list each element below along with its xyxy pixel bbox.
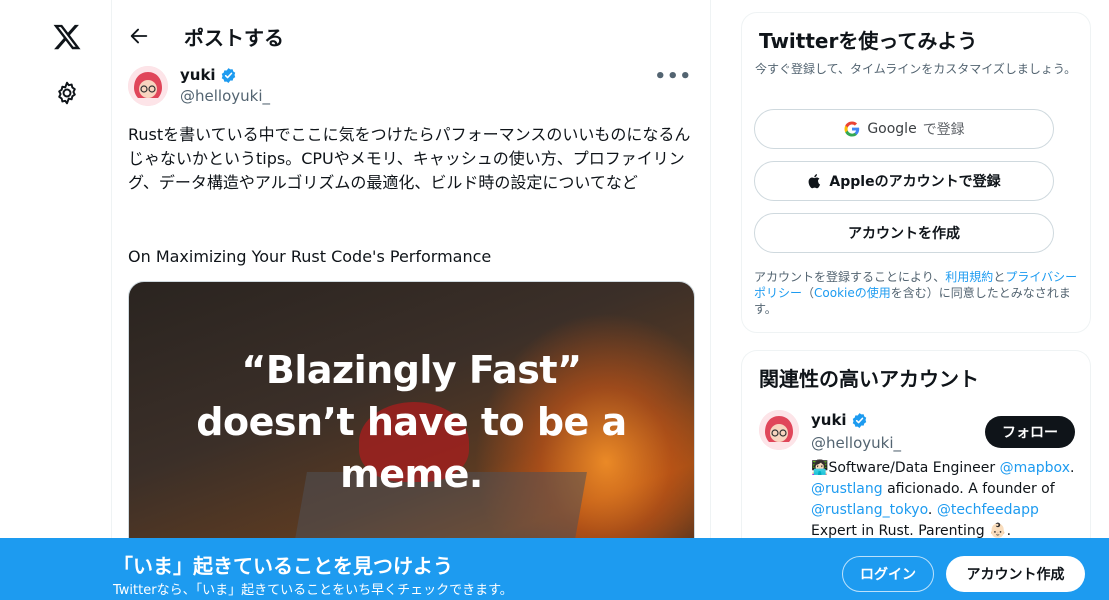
related-account-avatar[interactable] bbox=[759, 410, 799, 450]
gear-icon[interactable] bbox=[54, 80, 80, 106]
bio-mention-rustlang-tokyo[interactable]: @rustlang_tokyo bbox=[811, 502, 928, 518]
terms-prefix: アカウントを登録することにより、 bbox=[754, 270, 946, 284]
media-headline: “Blazingly Fast” doesn’t have to be a me… bbox=[129, 344, 694, 500]
media-headline-line2: doesn’t have to be a bbox=[196, 400, 627, 444]
google-signup-button[interactable]: Google で登録 bbox=[754, 109, 1054, 149]
left-nav bbox=[0, 0, 111, 600]
apple-signup-button[interactable]: Appleのアカウントで登録 bbox=[754, 161, 1054, 201]
author-name-text[interactable]: yuki bbox=[180, 66, 216, 84]
page-title: ポストする bbox=[184, 26, 284, 50]
terms-text: アカウントを登録することにより、利用規約とプライバシーポリシー（Cookieの使… bbox=[754, 269, 1084, 317]
author-name[interactable]: yuki bbox=[180, 66, 237, 84]
post-text: Rustを書いている中でここに気をつけたらパフォーマンスのいいものになるんじゃな… bbox=[128, 125, 691, 192]
related-account-bio: 👩🏻‍💻Software/Data Engineer @mapbox. @rus… bbox=[811, 458, 1081, 542]
cookie-use-link[interactable]: Cookieの使用 bbox=[814, 286, 891, 300]
bottom-bar-title: 「いま」起きていることを見つけよう bbox=[113, 554, 453, 578]
create-account-label: アカウントを作成 bbox=[848, 226, 960, 242]
follow-button[interactable]: フォロー bbox=[985, 416, 1075, 448]
verified-badge-icon bbox=[852, 412, 866, 428]
bio-text-5: Expert in Rust. Parenting bbox=[811, 523, 990, 539]
x-logo-icon[interactable] bbox=[52, 22, 82, 52]
bio-text-3: aficionado. A founder of bbox=[882, 481, 1055, 497]
related-accounts-title: 関連性の高いアカウント bbox=[759, 367, 979, 391]
bio-text-1: Software/Data Engineer bbox=[828, 460, 1000, 476]
related-account-name-text[interactable]: yuki bbox=[811, 411, 847, 429]
more-options-icon[interactable]: ••• bbox=[654, 66, 692, 87]
main-column: ポストする yuki @helloyuki_ ••• Rustを書いている中でこ… bbox=[111, 0, 711, 600]
apple-signup-label: Appleのアカウントで登録 bbox=[829, 174, 1001, 190]
bio-mention-mapbox[interactable]: @mapbox bbox=[1000, 460, 1070, 476]
signup-card-subtitle: 今すぐ登録して、タイムラインをカスタマイズしましょう。 bbox=[755, 62, 1077, 76]
login-button[interactable]: ログイン bbox=[842, 556, 934, 592]
bio-text-4: . bbox=[927, 502, 937, 518]
create-account-button[interactable]: アカウントを作成 bbox=[754, 213, 1054, 253]
bio-text-2: . bbox=[1069, 460, 1075, 476]
signup-card-title: Twitterを使ってみよう bbox=[759, 29, 978, 53]
bottom-bar-subtitle: Twitterなら、「いま」起きていることをいち早くチェックできます。 bbox=[113, 583, 513, 598]
avatar-illustration bbox=[759, 410, 799, 450]
google-signup-suffix: で登録 bbox=[922, 122, 965, 138]
related-account-name[interactable]: yuki bbox=[811, 411, 868, 429]
avatar[interactable] bbox=[128, 66, 168, 106]
avatar-illustration bbox=[128, 66, 168, 106]
signup-button[interactable]: アカウント作成 bbox=[946, 556, 1085, 592]
terms-and: と bbox=[993, 270, 1006, 284]
terms-link[interactable]: 利用規約 bbox=[945, 270, 993, 284]
signup-card: Twitterを使ってみよう 今すぐ登録して、タイムラインをカスタマイズしましょ… bbox=[741, 12, 1091, 333]
google-signup-brand: Google bbox=[867, 121, 917, 137]
bio-text-6: . bbox=[1006, 523, 1012, 539]
bio-emoji-2: 👶🏻 bbox=[989, 523, 1007, 539]
bio-mention-rustlang[interactable]: @rustlang bbox=[811, 481, 883, 497]
post-link-title: On Maximizing Your Rust Code's Performan… bbox=[128, 247, 492, 266]
apple-icon bbox=[809, 174, 821, 189]
google-icon bbox=[844, 121, 860, 137]
verified-badge-icon bbox=[221, 67, 235, 83]
post-media-image[interactable]: “Blazingly Fast” doesn’t have to be a me… bbox=[128, 281, 695, 561]
bio-mention-techfeedapp[interactable]: @techfeedapp bbox=[937, 502, 1039, 518]
back-arrow-icon[interactable] bbox=[128, 25, 150, 47]
related-account-handle[interactable]: @helloyuki_ bbox=[811, 434, 901, 452]
bottom-signup-bar: 「いま」起きていることを見つけよう Twitterなら、「いま」起きていることを… bbox=[0, 538, 1109, 600]
media-headline-line1: “Blazingly Fast” bbox=[241, 348, 582, 392]
bio-emoji: 👩🏻‍💻 bbox=[811, 460, 829, 476]
media-headline-line3: meme. bbox=[340, 452, 483, 496]
terms-paren-open: （ bbox=[802, 286, 815, 300]
author-handle[interactable]: @helloyuki_ bbox=[180, 87, 270, 105]
